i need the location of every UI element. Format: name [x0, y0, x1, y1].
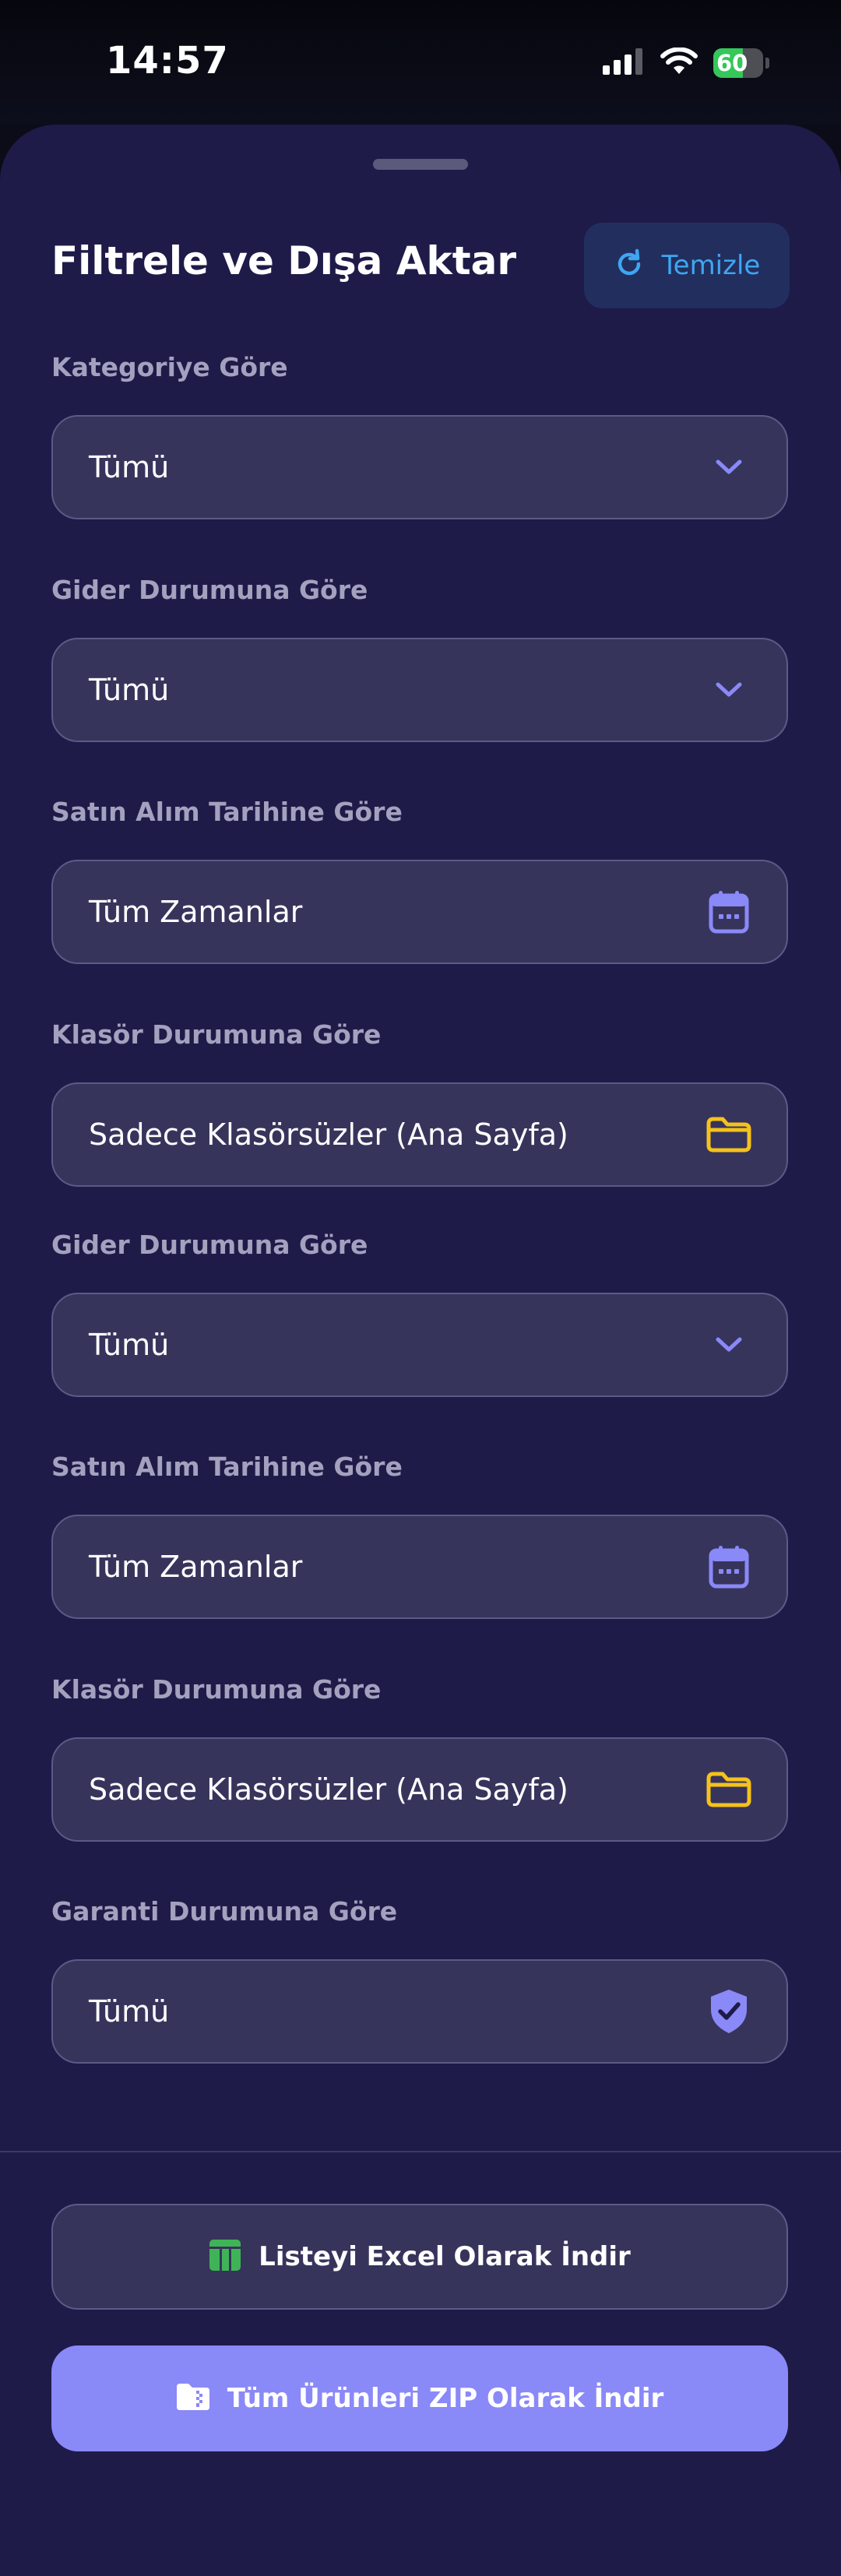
download-excel-label: Listeyi Excel Olarak İndir: [259, 2241, 631, 2272]
purchase-date-picker-2[interactable]: Tüm Zamanlar: [51, 1515, 788, 1619]
wifi-icon: [660, 47, 698, 79]
clear-button-label: Temizle: [661, 250, 761, 281]
category-select-value: Tümü: [89, 450, 170, 484]
cellular-signal-icon: [603, 48, 645, 78]
warranty-status-select[interactable]: Tümü: [51, 1959, 788, 2064]
expense-status-select-value: Tümü: [89, 673, 170, 707]
category-select[interactable]: Tümü: [51, 415, 788, 519]
calendar-icon: [706, 889, 752, 935]
shield-check-icon: [706, 1988, 752, 2035]
folder-status-select-value: Sadece Klasörsüzler (Ana Sayfa): [89, 1117, 568, 1152]
status-icons: 60: [603, 45, 769, 81]
sheet-title: Filtrele ve Dışa Aktar: [51, 238, 517, 283]
filter-export-sheet: Filtrele ve Dışa Aktar Temizle Kategoriy…: [0, 125, 841, 2576]
purchase-date-picker-2-value: Tüm Zamanlar: [89, 1550, 303, 1584]
warranty-status-select-value: Tümü: [89, 1994, 170, 2029]
folder-icon: [706, 1111, 752, 1158]
filter-label-purchase-date-2: Satın Alım Tarihine Göre: [51, 1452, 403, 1482]
status-time: 14:57: [106, 39, 229, 83]
expense-status-select-2-value: Tümü: [89, 1328, 170, 1362]
download-zip-label: Tüm Ürünleri ZIP Olarak İndir: [227, 2383, 664, 2414]
refresh-icon: [614, 248, 645, 283]
folder-status-select-2-value: Sadece Klasörsüzler (Ana Sayfa): [89, 1772, 568, 1807]
calendar-icon: [706, 1543, 752, 1590]
chevron-down-icon: [706, 444, 752, 491]
filter-label-expense-status-2: Gider Durumuna Göre: [51, 1230, 368, 1260]
filter-label-purchase-date: Satın Alım Tarihine Göre: [51, 797, 403, 827]
filter-label-category: Kategoriye Göre: [51, 352, 288, 382]
divider: [0, 2151, 841, 2152]
folder-status-select[interactable]: Sadece Klasörsüzler (Ana Sayfa): [51, 1082, 788, 1187]
folder-status-select-2[interactable]: Sadece Klasörsüzler (Ana Sayfa): [51, 1737, 788, 1842]
spreadsheet-icon: [209, 2239, 241, 2275]
clear-filters-button[interactable]: Temizle: [584, 223, 790, 308]
download-zip-button[interactable]: Tüm Ürünleri ZIP Olarak İndir: [51, 2345, 788, 2451]
battery-icon: 60: [713, 48, 769, 78]
download-excel-button[interactable]: Listeyi Excel Olarak İndir: [51, 2204, 788, 2310]
expense-status-select-2[interactable]: Tümü: [51, 1293, 788, 1397]
sheet-grabber[interactable]: [373, 159, 468, 170]
zip-folder-icon: [176, 2383, 210, 2414]
battery-level: 60: [716, 50, 748, 76]
expense-status-select[interactable]: Tümü: [51, 638, 788, 742]
purchase-date-picker[interactable]: Tüm Zamanlar: [51, 860, 788, 964]
filter-label-expense-status: Gider Durumuna Göre: [51, 575, 368, 605]
chevron-down-icon: [706, 1321, 752, 1368]
filter-label-folder-status-2: Klasör Durumuna Göre: [51, 1674, 382, 1705]
purchase-date-picker-value: Tüm Zamanlar: [89, 895, 303, 929]
folder-icon: [706, 1766, 752, 1813]
filter-label-folder-status: Klasör Durumuna Göre: [51, 1019, 382, 1050]
status-bar: 14:57 60: [0, 0, 841, 125]
filter-label-warranty-status: Garanti Durumuna Göre: [51, 1896, 398, 1927]
chevron-down-icon: [706, 667, 752, 713]
